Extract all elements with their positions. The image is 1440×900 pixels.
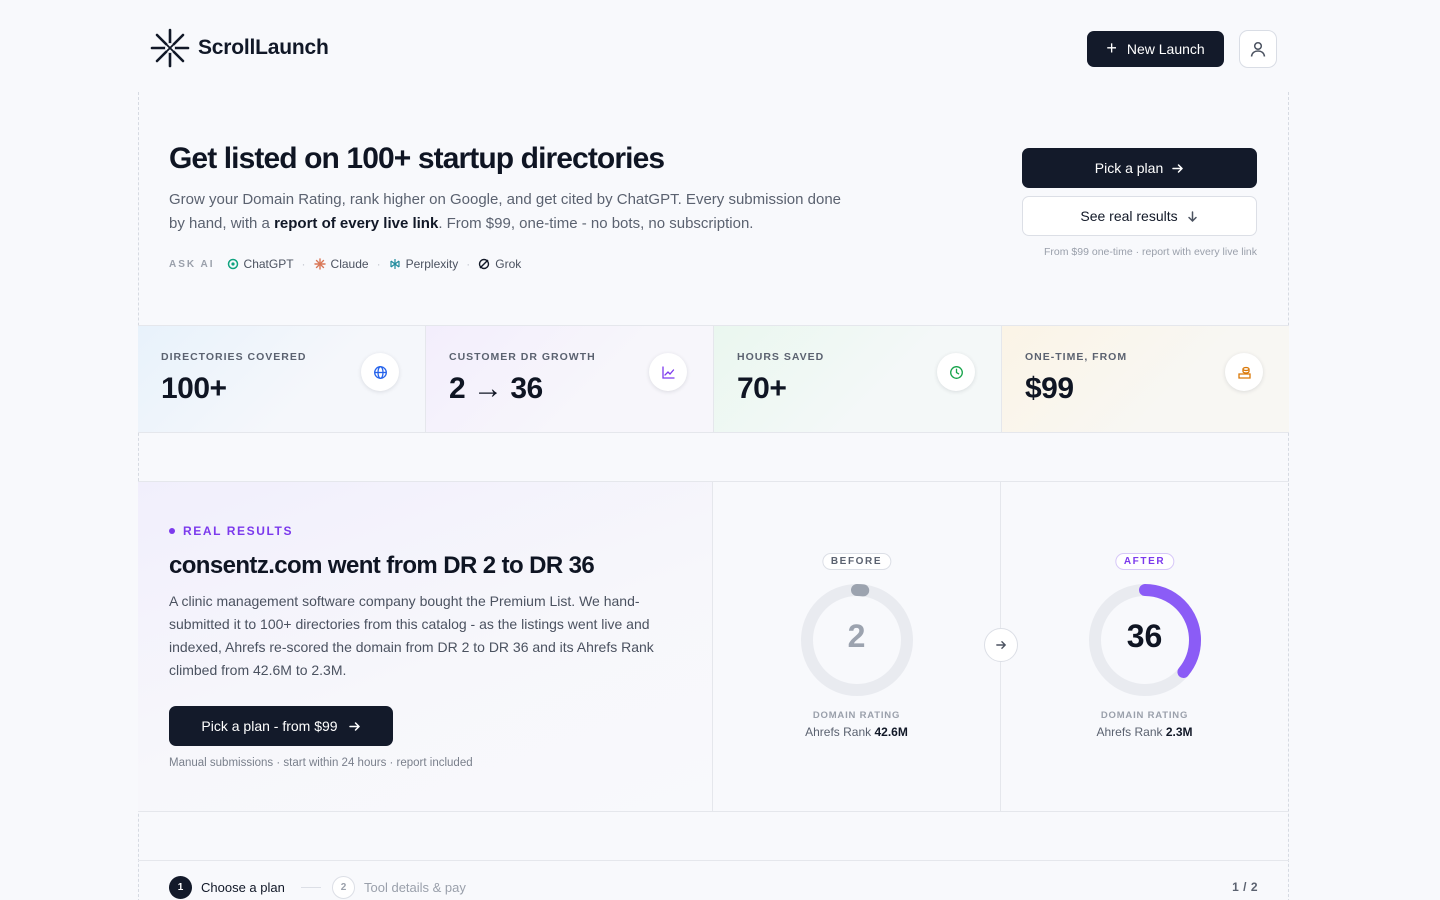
results-body: A clinic management software company bou… — [169, 593, 654, 678]
hero-subtitle-text-2: . From $99, one-time - no bots, no subsc… — [438, 215, 754, 232]
stat-value: 2 → 36 — [449, 372, 543, 405]
top-header: ScrollLaunch + New Launch — [0, 0, 1440, 98]
pick-plan-from-label: Pick a plan - from $99 — [201, 718, 338, 734]
stat-label: DIRECTORIES COVERED — [161, 351, 307, 363]
ai-tool-label: Claude — [330, 257, 369, 271]
pick-plan-from-button[interactable]: Pick a plan - from $99 — [169, 706, 393, 746]
step-connector — [301, 887, 321, 888]
user-menu-button[interactable] — [1239, 30, 1277, 68]
ask-ai-label: ASK AI — [169, 258, 215, 270]
step-number: 1 — [169, 876, 192, 899]
arrow-down-icon — [1187, 210, 1197, 222]
before-metric-label: DOMAIN RATING — [812, 710, 901, 721]
pick-plan-label: Pick a plan — [1094, 160, 1164, 176]
step-counter: 1 / 2 — [1232, 880, 1258, 894]
arrow-right-icon — [1172, 163, 1184, 173]
stat-card-dr-growth: CUSTOMER DR GROWTH 2 → 36 — [426, 326, 714, 432]
rank-value: 2.3M — [1165, 725, 1193, 739]
step-number: 2 — [332, 876, 355, 899]
after-ahrefs-rank: Ahrefs Rank 2.3M — [1001, 725, 1288, 739]
page-title: Get listed on 100+ startup directories — [169, 142, 665, 175]
cta-note: From $99 one-time · report with every li… — [1044, 246, 1257, 258]
dot-icon — [169, 528, 175, 534]
claude-icon — [313, 258, 326, 270]
coins-icon — [1225, 353, 1263, 391]
before-metric-panel: BEFORE 2 DOMAIN RATING Ahrefs Rank 42.6M — [713, 482, 1001, 811]
rank-label: Ahrefs Rank — [1096, 725, 1163, 739]
real-results-tag: REAL RESULTS — [169, 524, 293, 538]
after-metric-panel: AFTER 36 DOMAIN RATING Ahrefs Rank 2.3M — [1001, 482, 1288, 811]
stat-card-hours-saved: HOURS SAVED 70+ — [714, 326, 1002, 432]
arrow-right-icon — [348, 721, 360, 731]
step-label: Choose a plan — [201, 880, 285, 895]
step-tool-details[interactable]: 2 Tool details & pay — [332, 876, 466, 899]
before-after-arrow — [984, 628, 1018, 662]
ai-tool-label: Grok — [495, 257, 522, 271]
results-note: Manual submissions · start within 24 hou… — [169, 757, 473, 769]
results-title: consentz.com went from DR 2 to DR 36 — [169, 552, 595, 579]
new-launch-button[interactable]: + New Launch — [1087, 31, 1224, 67]
new-launch-label: New Launch — [1126, 41, 1205, 57]
globe-icon — [361, 353, 399, 391]
brand-name: ScrollLaunch — [198, 36, 329, 59]
after-dr-value: 36 — [1126, 618, 1163, 654]
after-pill: AFTER — [1114, 553, 1175, 570]
clock-icon — [937, 353, 975, 391]
brand-logo[interactable]: ScrollLaunch — [150, 28, 329, 68]
ai-tool-label: ChatGPT — [243, 257, 294, 271]
stat-label: ONE-TIME, FROM — [1025, 351, 1128, 363]
hero-subtitle: Grow your Domain Rating, rank higher on … — [169, 188, 849, 236]
ask-grok-link[interactable]: Grok — [478, 257, 521, 271]
stats-row: DIRECTORIES COVERED 100+ CUSTOMER DR GRO… — [138, 325, 1289, 433]
stat-value: 70+ — [737, 372, 787, 405]
see-results-label: See real results — [1080, 208, 1178, 224]
results-card: REAL RESULTS consentz.com went from DR 2… — [138, 481, 1289, 812]
separator-dot: · — [376, 257, 381, 271]
stat-label: CUSTOMER DR GROWTH — [449, 351, 596, 363]
chart-icon — [649, 353, 687, 391]
stat-value: $99 — [1025, 372, 1074, 405]
stat-label: HOURS SAVED — [737, 351, 825, 363]
starburst-logo-icon — [150, 28, 190, 68]
ask-chatgpt-link[interactable]: ChatGPT — [227, 257, 294, 271]
rank-value: 42.6M — [874, 725, 908, 739]
ask-ai-row: ASK AI ChatGPT · Claude · Perplexity · G… — [169, 257, 521, 271]
before-ahrefs-rank: Ahrefs Rank 42.6M — [713, 725, 1000, 739]
step-choose-plan[interactable]: 1 Choose a plan — [169, 876, 285, 899]
user-icon — [1250, 41, 1266, 57]
checkout-steps: 1 Choose a plan 2 Tool details & pay 1 /… — [138, 860, 1289, 900]
grok-icon — [479, 258, 490, 270]
hero-subtitle-bold: report of every live link — [274, 215, 439, 232]
see-results-button[interactable]: See real results — [1022, 196, 1257, 236]
perplexity-icon — [389, 259, 400, 269]
arrow-right-icon — [996, 641, 1007, 649]
rank-label: Ahrefs Rank — [805, 725, 872, 739]
pick-plan-button[interactable]: Pick a plan — [1022, 148, 1257, 188]
before-pill: BEFORE — [821, 553, 892, 570]
stat-card-directories: DIRECTORIES COVERED 100+ — [138, 326, 426, 432]
plus-icon: + — [1106, 38, 1117, 58]
chatgpt-icon — [227, 258, 238, 270]
stat-card-price: ONE-TIME, FROM $99 — [1002, 326, 1289, 432]
real-results-label: REAL RESULTS — [183, 524, 294, 538]
ask-perplexity-link[interactable]: Perplexity — [389, 257, 459, 271]
separator-dot: · — [466, 257, 471, 271]
separator-dot: · — [301, 257, 306, 271]
step-label: Tool details & pay — [364, 880, 466, 895]
after-metric-label: DOMAIN RATING — [1100, 710, 1189, 721]
before-dr-value: 2 — [847, 618, 866, 654]
ai-tool-label: Perplexity — [405, 257, 459, 271]
results-description-panel: REAL RESULTS consentz.com went from DR 2… — [138, 482, 713, 811]
stat-value: 100+ — [161, 372, 227, 405]
ask-claude-link[interactable]: Claude — [313, 257, 369, 271]
